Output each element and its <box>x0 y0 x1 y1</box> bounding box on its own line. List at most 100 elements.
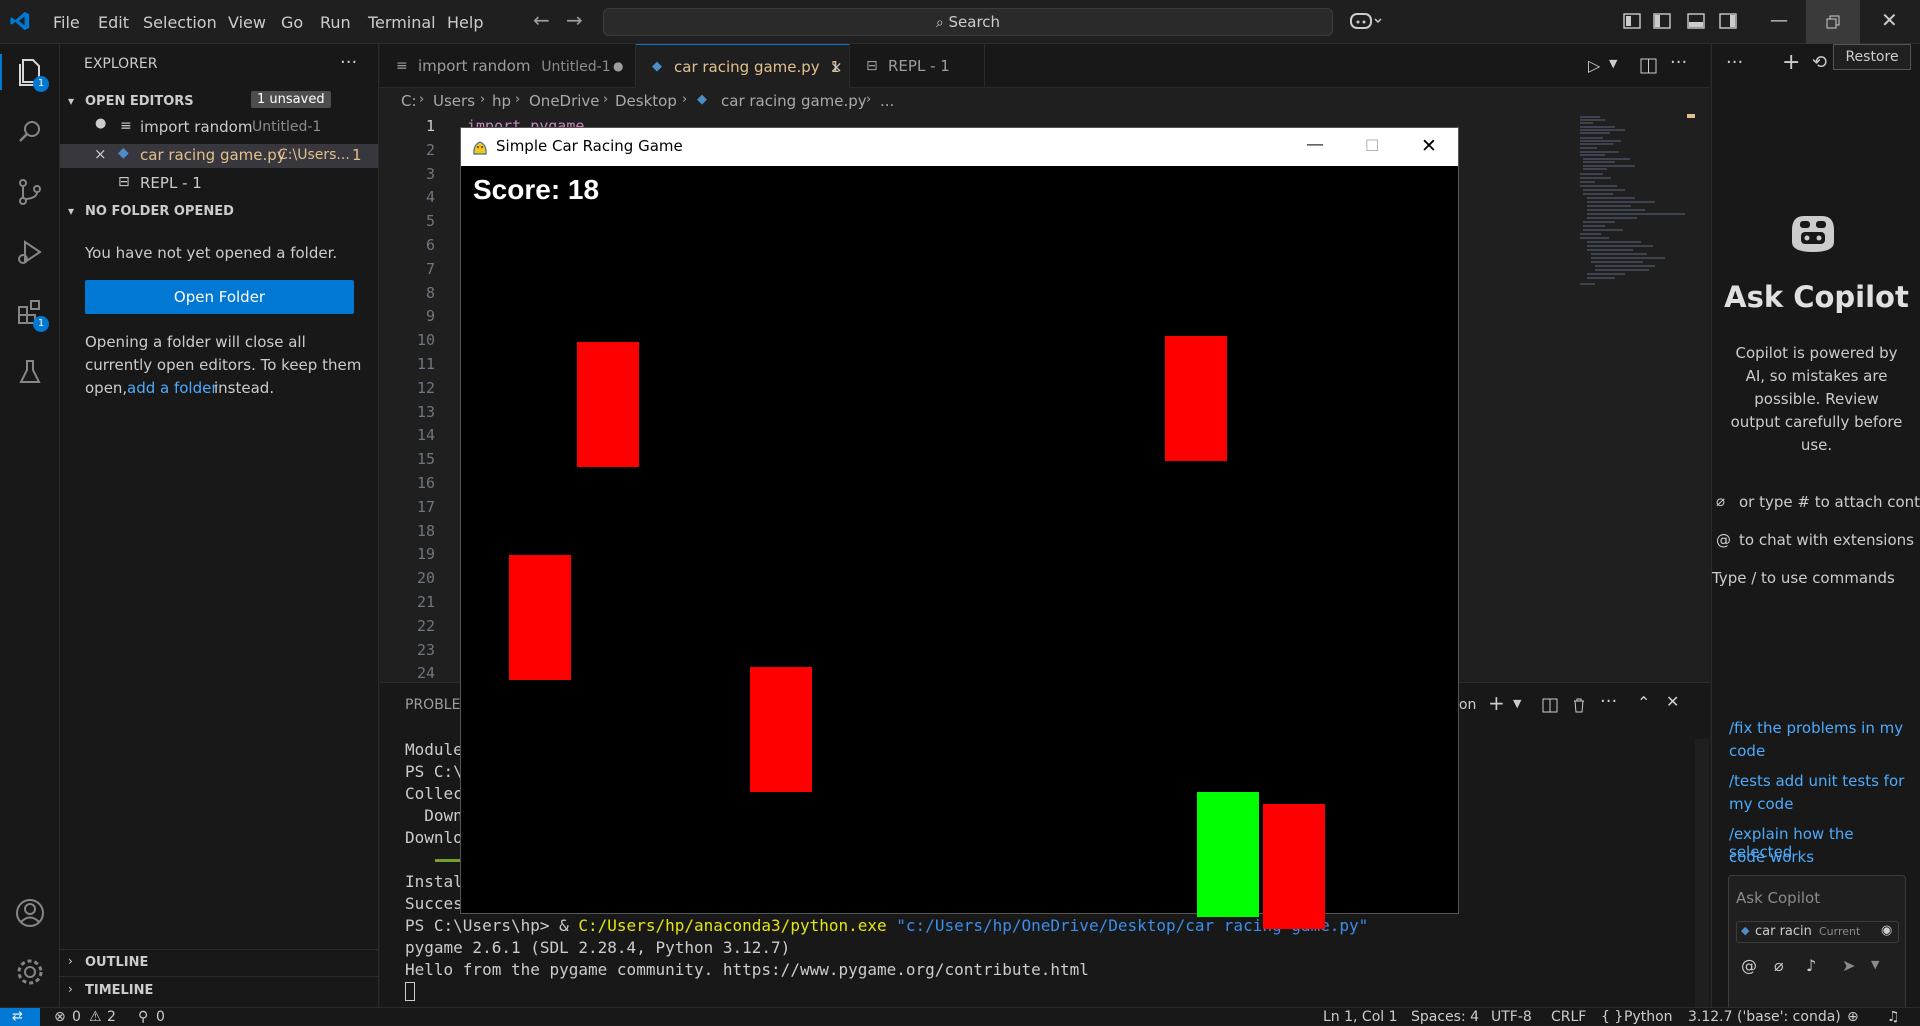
chat-input-box[interactable]: Ask Copilot ◆ car racin Current ◉ @ ⌀ ♪ … <box>1728 875 1906 1023</box>
back-arrow-icon[interactable]: ← <box>533 8 550 32</box>
toggle-primary-sidebar-icon[interactable] <box>1653 12 1671 30</box>
restore-window-button[interactable] <box>1806 0 1860 44</box>
close-panel-icon[interactable]: ✕ <box>1666 692 1679 711</box>
close-icon[interactable]: × <box>94 145 107 163</box>
history-icon[interactable]: ⟲ <box>1812 52 1827 73</box>
customize-layout-icon[interactable] <box>1623 12 1641 30</box>
copilot-icon[interactable] <box>1349 10 1383 32</box>
error-count[interactable]: 0 <box>72 1008 81 1026</box>
no-folder-header[interactable]: NO FOLDER OPENED <box>85 204 234 219</box>
source-control-icon[interactable] <box>12 174 48 210</box>
maximize-window-icon[interactable]: ☐ <box>1365 136 1379 155</box>
warning-icon[interactable]: ⚠ <box>89 1008 102 1026</box>
remote-indicator[interactable]: ⇄ <box>0 1008 40 1026</box>
warning-count[interactable]: 2 <box>107 1008 116 1026</box>
breadcrumb-item[interactable]: Desktop <box>615 92 677 110</box>
open-editor-item[interactable]: ⊟ REPL - 1 <box>60 172 378 196</box>
chevron-right-icon[interactable]: › <box>68 954 73 968</box>
chevron-down-icon[interactable]: ▼ <box>1871 958 1879 971</box>
chevron-down-icon[interactable]: ▼ <box>1609 57 1617 70</box>
tab-car-racing-game[interactable]: ◆ car racing game.py 1 × <box>636 44 850 88</box>
menu-run[interactable]: Run <box>320 13 351 32</box>
mention-icon[interactable]: @ <box>1741 956 1757 975</box>
encoding[interactable]: UTF-8 <box>1491 1008 1532 1026</box>
toggle-panel-icon[interactable] <box>1687 12 1705 30</box>
more-actions-icon[interactable]: ··· <box>1726 52 1743 73</box>
close-window-icon[interactable]: ✕ <box>1421 135 1437 157</box>
run-python-icon[interactable]: ▷ <box>1588 56 1600 75</box>
split-editor-icon[interactable] <box>1640 58 1657 74</box>
menu-view[interactable]: View <box>228 13 266 32</box>
new-terminal-icon[interactable]: + <box>1488 691 1505 715</box>
menu-help[interactable]: Help <box>447 13 483 32</box>
ports-icon[interactable]: ⚲ <box>138 1008 148 1026</box>
menu-edit[interactable]: Edit <box>98 13 129 32</box>
chat-input[interactable]: Ask Copilot <box>1736 889 1820 907</box>
outline-header[interactable]: OUTLINE <box>85 955 148 970</box>
microphone-icon[interactable]: ♪ <box>1806 956 1816 975</box>
breadcrumb-item[interactable]: ... <box>880 92 894 110</box>
open-editors-header[interactable]: OPEN EDITORS <box>85 94 194 109</box>
open-editor-item[interactable]: ● ≡ import random Untitled-1 <box>60 116 378 140</box>
menu-selection[interactable]: Selection <box>143 13 217 32</box>
testing-icon[interactable] <box>12 354 48 390</box>
maximize-panel-icon[interactable]: ⌃ <box>1637 693 1650 712</box>
context-chip[interactable]: ◆ car racin Current ◉ <box>1736 921 1899 943</box>
attach-icon[interactable]: ⌀ <box>1774 956 1784 975</box>
chevron-right-icon[interactable]: › <box>68 982 73 996</box>
more-actions-icon[interactable]: ··· <box>1600 691 1617 712</box>
tab-import-random[interactable]: ≡ import random Untitled-1 ● <box>380 44 636 88</box>
breadcrumb-item[interactable]: OneDrive <box>529 92 600 110</box>
chevron-down-icon[interactable]: ▼ <box>1513 697 1521 710</box>
close-icon[interactable]: × <box>830 45 843 89</box>
error-icon[interactable]: ⊗ <box>54 1008 66 1026</box>
end-of-line[interactable]: CRLF <box>1551 1008 1586 1026</box>
suggestion-tests[interactable]: /tests add unit tests for <box>1729 772 1904 790</box>
python-interpreter[interactable]: 3.12.7 ('base': conda) <box>1688 1008 1841 1026</box>
ports-count[interactable]: 0 <box>156 1008 165 1026</box>
vscode-logo-icon[interactable] <box>9 10 31 32</box>
breadcrumb-item[interactable]: C: <box>401 92 417 110</box>
chevron-down-icon[interactable]: ▾ <box>68 204 74 218</box>
suggestion-fix[interactable]: code <box>1729 742 1765 760</box>
suggestion-explain[interactable]: code works <box>1729 848 1814 866</box>
suggestion-fix[interactable]: /fix the problems in my <box>1729 719 1903 737</box>
chevron-down-icon[interactable]: ▾ <box>68 94 74 108</box>
unsaved-dot-icon[interactable]: ● <box>613 44 623 88</box>
editor-minimap[interactable] <box>1575 114 1695 344</box>
breadcrumb-item[interactable]: hp <box>492 92 511 110</box>
notifications-bell-icon[interactable]: ♫ <box>1887 1008 1900 1026</box>
cursor-position[interactable]: Ln 1, Col 1 <box>1323 1008 1398 1026</box>
split-terminal-icon[interactable] <box>1542 698 1558 713</box>
send-icon[interactable]: ➤ <box>1842 956 1855 975</box>
breadcrumb-item[interactable]: car racing game.py <box>721 92 867 110</box>
open-editor-item-active[interactable]: × ◆ car racing game.py C:\Users... 1 <box>60 144 378 168</box>
breadcrumb-item[interactable]: Users <box>433 92 475 110</box>
minimize-window-icon[interactable]: — <box>1770 10 1788 31</box>
open-folder-button[interactable]: Open Folder <box>85 280 354 314</box>
language-mode[interactable]: Python <box>1624 1008 1673 1026</box>
toggle-secondary-sidebar-icon[interactable] <box>1719 12 1737 30</box>
menu-file[interactable]: File <box>53 13 80 32</box>
eye-icon[interactable]: ◉ <box>1881 923 1892 938</box>
menu-go[interactable]: Go <box>281 13 303 32</box>
add-folder-link[interactable]: add a folder <box>127 379 218 397</box>
new-chat-icon[interactable]: + <box>1782 50 1800 75</box>
terminal-scrollbar[interactable] <box>1695 739 1709 1008</box>
command-center-search[interactable]: ⌕ Search <box>603 8 1333 36</box>
minimize-window-icon[interactable]: — <box>1306 134 1324 155</box>
more-actions-icon[interactable]: ··· <box>1670 52 1687 73</box>
close-window-icon[interactable]: ✕ <box>1881 8 1898 32</box>
trash-icon[interactable] <box>1572 697 1586 713</box>
suggestion-tests[interactable]: my code <box>1729 795 1793 813</box>
timeline-header[interactable]: TIMELINE <box>85 983 153 998</box>
search-icon[interactable] <box>12 114 48 150</box>
more-actions-icon[interactable]: ··· <box>340 52 357 73</box>
indentation[interactable]: Spaces: 4 <box>1411 1008 1479 1026</box>
copilot-status-icon[interactable]: ⊕ <box>1847 1008 1859 1026</box>
menu-terminal[interactable]: Terminal <box>368 13 436 32</box>
run-debug-icon[interactable] <box>12 234 48 270</box>
accounts-icon[interactable] <box>12 895 48 931</box>
pygame-title-bar[interactable]: Simple Car Racing Game — ☐ ✕ <box>461 128 1458 166</box>
settings-gear-icon[interactable] <box>12 954 48 990</box>
